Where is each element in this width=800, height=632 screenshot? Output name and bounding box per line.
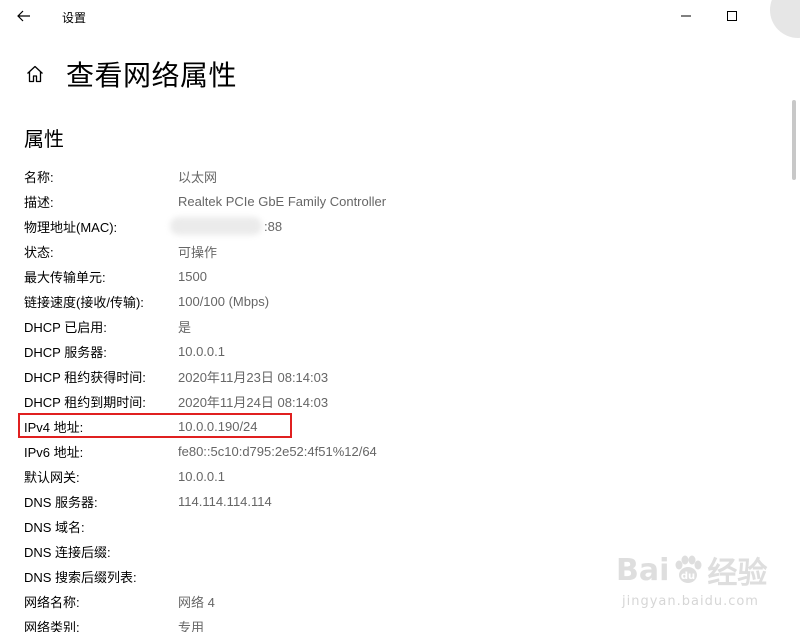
property-value: fe80::5c10:d795:2e52:4f51%12/64 [178, 444, 377, 459]
property-row-name: 名称: 以太网 [24, 164, 784, 189]
property-row-mac: 物理地址(MAC): :88 [24, 214, 784, 239]
property-value: 2020年11月24日 08:14:03 [178, 395, 329, 410]
property-label: DHCP 租约获得时间: [24, 370, 146, 385]
property-row-dhcp-server: DHCP 服务器: 10.0.0.1 [24, 339, 784, 364]
property-label: DNS 域名: [24, 520, 85, 535]
property-value: 114.114.114.114 [178, 494, 272, 509]
property-row-dns-server: DNS 服务器: 114.114.114.114 [24, 489, 784, 514]
property-row-mtu: 最大传输单元: 1500 [24, 264, 784, 289]
property-label: 网络类别: [24, 620, 80, 632]
property-label: 最大传输单元: [24, 270, 106, 285]
property-row-dhcp-enabled: DHCP 已启用: 是 [24, 314, 784, 339]
property-value: 是 [178, 320, 192, 335]
maximize-icon [727, 11, 737, 21]
redaction-blur [170, 217, 262, 235]
property-label: 状态: [24, 245, 54, 260]
title-bar: 设置 [0, 0, 800, 32]
property-value: 100/100 (Mbps) [178, 294, 270, 309]
page-header: 查看网络属性 [24, 54, 237, 94]
corner-decoration [770, 0, 800, 38]
property-value: 可操作 [178, 245, 218, 260]
property-row-status: 状态: 可操作 [24, 239, 784, 264]
property-label: DNS 服务器: [24, 495, 98, 510]
property-value-mac: :88 [170, 217, 282, 235]
property-label: DNS 搜索后缀列表: [24, 570, 137, 585]
app-title: 设置 [62, 11, 87, 25]
property-label: 描述: [24, 195, 54, 210]
property-value: 专用 [178, 620, 205, 632]
property-value: 10.0.0.1 [178, 344, 225, 359]
back-button[interactable] [10, 4, 38, 28]
property-row-lease-obtained: DHCP 租约获得时间: 2020年11月23日 08:14:03 [24, 364, 784, 389]
property-row-link-speed: 链接速度(接收/传输): 100/100 (Mbps) [24, 289, 784, 314]
maximize-button[interactable] [709, 0, 755, 32]
property-label: 默认网关: [24, 470, 80, 485]
scrollbar-thumb[interactable] [792, 100, 796, 180]
home-button[interactable] [24, 63, 46, 85]
property-row-description: 描述: Realtek PCIe GbE Family Controller [24, 189, 784, 214]
property-value: 2020年11月23日 08:14:03 [178, 370, 329, 385]
property-value: 1500 [178, 269, 207, 284]
watermark-logo-text-cn: 经验 [707, 556, 768, 591]
home-icon [27, 65, 43, 83]
paw-icon: du [675, 555, 702, 583]
property-label: DHCP 已启用: [24, 320, 107, 335]
property-value: Realtek PCIe GbE Family Controller [178, 194, 387, 209]
property-label: IPv6 地址: [24, 445, 84, 460]
property-label: 网络名称: [24, 595, 80, 610]
property-value: 网络 4 [178, 595, 215, 610]
watermark-url: jingyan.baidu.com [622, 594, 759, 609]
minimize-icon [681, 15, 691, 17]
page-title: 查看网络属性 [66, 60, 238, 91]
svg-text:du: du [681, 571, 695, 582]
baidu-jingyan-watermark: Bai du 经验 jingyan.baidu.com [612, 548, 800, 632]
property-label: DNS 连接后缀: [24, 545, 111, 560]
property-value: 以太网 [178, 170, 218, 185]
property-label: 物理地址(MAC): [24, 220, 118, 235]
property-row-lease-expires: DHCP 租约到期时间: 2020年11月24日 08:14:03 [24, 389, 784, 414]
watermark-logo-text: Bai [616, 552, 670, 588]
property-value: 10.0.0.1 [178, 469, 225, 484]
section-title: 属性 [24, 129, 64, 151]
property-label: 链接速度(接收/传输): [24, 295, 144, 310]
property-label: DHCP 租约到期时间: [24, 395, 146, 410]
back-arrow-icon [17, 10, 30, 22]
property-row-ipv6: IPv6 地址: fe80::5c10:d795:2e52:4f51%12/64 [24, 439, 784, 464]
property-row-gateway: 默认网关: 10.0.0.1 [24, 464, 784, 489]
property-label: DHCP 服务器: [24, 345, 107, 360]
watermark-logo: Bai du 经验 [616, 548, 767, 592]
minimize-button[interactable] [663, 0, 709, 32]
ipv4-highlight-box [18, 413, 292, 438]
property-label: 名称: [24, 170, 54, 185]
property-row-dns-domain: DNS 域名: [24, 514, 784, 539]
